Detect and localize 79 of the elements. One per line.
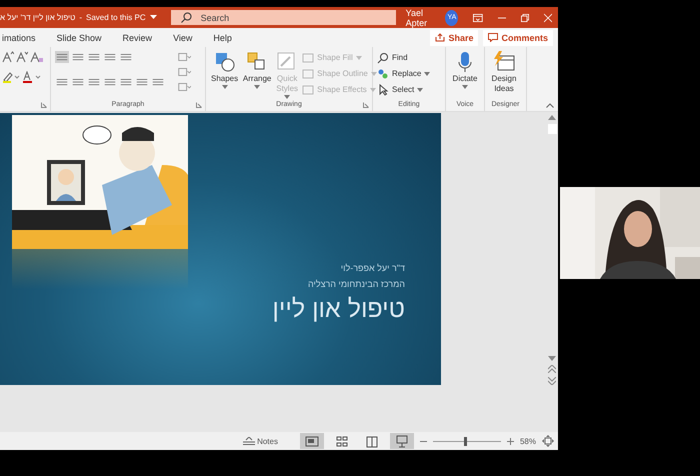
slide-subtitle: המרכז הבינתחומי הרצליה — [306, 279, 405, 289]
zoom-in-icon[interactable] — [506, 438, 514, 444]
design-ideas-icon — [492, 51, 516, 73]
restore-icon[interactable] — [521, 12, 530, 22]
view-button[interactable] — [300, 433, 324, 449]
collapse-ribbon-icon[interactable] — [546, 103, 554, 108]
caret-icon — [424, 72, 430, 76]
align-left-icon[interactable] — [55, 76, 69, 88]
scroll-up-icon[interactable] — [548, 115, 556, 120]
dialog-launcher-icon[interactable] — [196, 102, 202, 108]
ribbon-tab[interactable]: View — [173, 32, 204, 42]
bullet-list-icon[interactable] — [55, 51, 69, 63]
font-color-icon[interactable] — [22, 71, 42, 83]
title-separator: - — [79, 13, 82, 22]
dialog-launcher-icon[interactable] — [363, 102, 369, 108]
scroll-thumb[interactable] — [548, 124, 556, 134]
caret-icon — [462, 85, 468, 89]
ribbon-display-icon[interactable] — [473, 12, 484, 22]
ribbon-button[interactable]: Arrange — [242, 51, 272, 89]
notes-icon — [243, 437, 256, 445]
comment-icon — [488, 33, 498, 42]
replace-icon — [377, 68, 389, 80]
slideshow-icon — [394, 434, 409, 448]
shape-tool-icon — [302, 84, 314, 96]
user-name[interactable]: Yael Apter — [406, 8, 438, 28]
scrollbar[interactable] — [547, 113, 557, 385]
shapes-icon — [214, 51, 236, 73]
caret-icon — [254, 85, 260, 89]
ribbon-button[interactable]: Design Ideas — [489, 51, 519, 94]
fit-slide-icon[interactable] — [542, 435, 554, 447]
caret-icon — [417, 88, 424, 92]
caret-icon — [356, 56, 362, 60]
grow-font-icon[interactable] — [2, 51, 14, 63]
shape-tool-icon — [302, 68, 314, 80]
shape-tool-icon — [302, 52, 314, 64]
ribbon-tab[interactable]: Review — [122, 32, 164, 42]
slide-subtitle: ד"ר יעל אפפר-לוי — [340, 263, 405, 273]
caret-icon — [370, 72, 377, 76]
ribbon-tab[interactable]: Help — [213, 32, 243, 42]
ribbon-button[interactable]: Find — [377, 51, 430, 64]
zoom-slider-thumb[interactable] — [464, 436, 467, 446]
reading-view-icon — [364, 434, 379, 448]
notes-button[interactable]: Notes — [237, 436, 284, 446]
zoom-level[interactable]: 58% — [520, 436, 536, 446]
cursor-icon — [377, 84, 389, 96]
scroll-down-icon[interactable] — [548, 356, 556, 361]
slide-sorter-icon — [334, 434, 349, 448]
caret-icon — [284, 95, 290, 99]
document-title: טיפול און ליין דר' יעל א — [0, 13, 76, 22]
search-icon — [180, 12, 192, 23]
save-status[interactable]: Saved to this PC — [86, 13, 146, 22]
ribbon-button[interactable]: Shapes — [210, 51, 240, 89]
clear-formatting-icon[interactable] — [30, 51, 44, 63]
share-icon — [435, 33, 446, 42]
comments-button[interactable]: Comments — [483, 30, 553, 46]
ribbon-tab[interactable]: imations — [0, 32, 47, 42]
ribbon-tab[interactable]: Slide Show — [56, 32, 113, 42]
align-right-icon[interactable] — [87, 76, 101, 88]
caret-icon[interactable] — [150, 15, 157, 20]
close-icon[interactable] — [544, 12, 552, 22]
search-field[interactable]: Search — [170, 10, 396, 25]
ribbon-button[interactable]: Replace — [377, 67, 430, 80]
slide-title: טיפול און ליין — [272, 295, 405, 324]
search-icon — [377, 52, 389, 64]
align-center-icon[interactable] — [71, 76, 85, 88]
view-button[interactable] — [390, 433, 414, 449]
caret-icon — [370, 88, 376, 92]
caret-icon — [222, 85, 228, 89]
highlighter-icon[interactable] — [2, 71, 20, 83]
shrink-font-icon[interactable] — [16, 51, 28, 63]
microphone-icon — [458, 51, 472, 73]
dialog-launcher-icon[interactable] — [41, 102, 47, 108]
justify-icon[interactable] — [103, 76, 117, 88]
share-button[interactable]: Share — [430, 30, 478, 46]
ribbon-button[interactable]: Dictate — [450, 51, 480, 89]
normal-view-icon — [304, 434, 319, 448]
ribbon-button[interactable]: Select — [377, 83, 430, 96]
previous-slide-icon[interactable] — [548, 365, 556, 373]
next-slide-icon[interactable] — [548, 377, 556, 385]
